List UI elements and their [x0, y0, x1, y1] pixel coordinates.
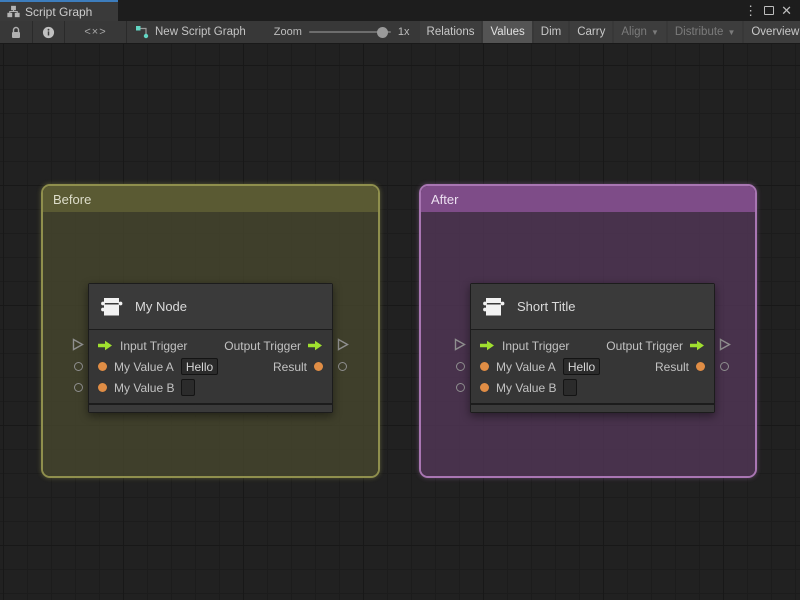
node-short-title[interactable]: Short Title Input Trigger Output Trigger — [470, 283, 715, 413]
input-trigger-external-port[interactable] — [454, 338, 466, 351]
dim-button[interactable]: Dim — [533, 21, 569, 43]
zoom-slider[interactable] — [308, 26, 391, 38]
value-port-icon[interactable] — [98, 383, 107, 392]
value-a-input[interactable]: Hello — [562, 358, 601, 375]
flow-arrow-icon[interactable] — [480, 340, 495, 351]
value-b-external-port[interactable] — [456, 383, 465, 392]
value-a-label: My Value A — [114, 359, 174, 374]
result-label: Result — [654, 359, 689, 374]
group-before-header[interactable]: Before — [43, 186, 378, 212]
output-trigger-external-port[interactable] — [337, 338, 349, 351]
node-body: Input Trigger Output Trigger My Value A … — [89, 330, 332, 403]
zoom-value: 1x — [397, 26, 410, 38]
value-b-input[interactable] — [181, 379, 196, 396]
chevron-down-icon: ▼ — [727, 27, 736, 37]
lock-button[interactable] — [0, 21, 33, 43]
value-a-external-port[interactable] — [74, 362, 83, 371]
new-script-graph-label: New Script Graph — [155, 26, 246, 38]
tab-title: Script Graph — [25, 4, 93, 19]
window-controls: ⋮ ✕ — [744, 0, 800, 21]
info-button[interactable] — [33, 21, 65, 43]
input-trigger-label: Input Trigger — [502, 338, 570, 353]
node-header[interactable]: Short Title — [471, 284, 714, 329]
result-external-port[interactable] — [720, 362, 729, 371]
tab-bar: Script Graph ⋮ ✕ — [0, 0, 800, 21]
group-before-label: Before — [53, 191, 92, 207]
output-trigger-label: Output Trigger — [224, 338, 301, 353]
script-graph-node-icon — [135, 25, 149, 39]
node-header[interactable]: My Node — [89, 284, 332, 329]
value-b-row: My Value B — [89, 377, 332, 398]
output-trigger-external-port[interactable] — [719, 338, 731, 351]
new-script-graph-button[interactable]: New Script Graph — [127, 21, 256, 43]
node-my-node[interactable]: My Node Input Trigger Output Trigger My … — [88, 283, 333, 413]
input-trigger-label: Input Trigger — [120, 338, 188, 353]
toolbar-button-group: Relations Values Dim Carry Align ▼ Distr… — [419, 21, 800, 43]
input-trigger-external-port[interactable] — [72, 338, 84, 351]
node-short-title-wrapper: Short Title Input Trigger Output Trigger — [452, 283, 733, 413]
zoom-control: Zoom 1x — [256, 21, 420, 43]
zoom-label: Zoom — [273, 26, 302, 38]
trigger-row: Input Trigger Output Trigger — [471, 335, 714, 356]
node-title: My Node — [135, 299, 188, 314]
node-footer — [89, 405, 332, 412]
graph-toolbar: <×> New Script Graph Zoom 1x Relations V… — [0, 21, 800, 44]
window-maximize-icon[interactable] — [764, 6, 775, 15]
carry-button[interactable]: Carry — [570, 21, 613, 43]
variables-toggle-button[interactable]: <×> — [65, 21, 127, 43]
unit-node-icon — [481, 294, 507, 320]
output-trigger-label: Output Trigger — [606, 338, 683, 353]
value-port-icon[interactable] — [98, 362, 107, 371]
value-a-row: My Value A Hello Result — [89, 356, 332, 377]
graph-hierarchy-icon — [7, 5, 20, 18]
overview-button[interactable]: Overview — [744, 21, 800, 43]
value-b-label: My Value B — [496, 380, 557, 395]
zoom-slider-handle[interactable] — [376, 27, 388, 38]
value-port-icon[interactable] — [696, 362, 705, 371]
align-button[interactable]: Align ▼ — [614, 21, 666, 43]
relations-button[interactable]: Relations — [419, 21, 482, 43]
chevron-down-icon: ▼ — [650, 27, 659, 37]
values-button[interactable]: Values — [483, 21, 532, 43]
value-a-row: My Value A Hello Result — [471, 356, 714, 377]
lock-icon — [12, 26, 20, 38]
node-title: Short Title — [517, 299, 576, 314]
flow-arrow-icon[interactable] — [690, 340, 705, 351]
value-a-label: My Value A — [496, 359, 556, 374]
graph-canvas[interactable]: Before After My Node Input Trigger Outpu… — [0, 44, 800, 600]
value-b-label: My Value B — [114, 380, 175, 395]
value-port-icon[interactable] — [314, 362, 323, 371]
result-external-port[interactable] — [338, 362, 347, 371]
angle-x-icon: <×> — [84, 26, 107, 38]
info-icon — [42, 26, 55, 38]
flow-arrow-icon[interactable] — [98, 340, 113, 351]
value-a-external-port[interactable] — [456, 362, 465, 371]
flow-arrow-icon[interactable] — [308, 340, 323, 351]
result-label: Result — [272, 359, 307, 374]
group-after-label: After — [431, 191, 459, 207]
value-a-input[interactable]: Hello — [180, 358, 219, 375]
trigger-row: Input Trigger Output Trigger — [89, 335, 332, 356]
distribute-button[interactable]: Distribute ▼ — [667, 21, 743, 43]
value-port-icon[interactable] — [480, 383, 489, 392]
node-my-node-wrapper: My Node Input Trigger Output Trigger My … — [70, 283, 351, 413]
window-menu-icon[interactable]: ⋮ — [744, 4, 757, 17]
node-body: Input Trigger Output Trigger My Value A … — [471, 330, 714, 403]
value-port-icon[interactable] — [480, 362, 489, 371]
group-after-header[interactable]: After — [421, 186, 755, 212]
node-footer — [471, 405, 714, 412]
value-b-external-port[interactable] — [74, 383, 83, 392]
tab-script-graph[interactable]: Script Graph — [0, 0, 118, 21]
value-b-row: My Value B — [471, 377, 714, 398]
window-close-icon[interactable]: ✕ — [781, 4, 792, 17]
value-b-input[interactable] — [563, 379, 578, 396]
unit-node-icon — [99, 294, 125, 320]
